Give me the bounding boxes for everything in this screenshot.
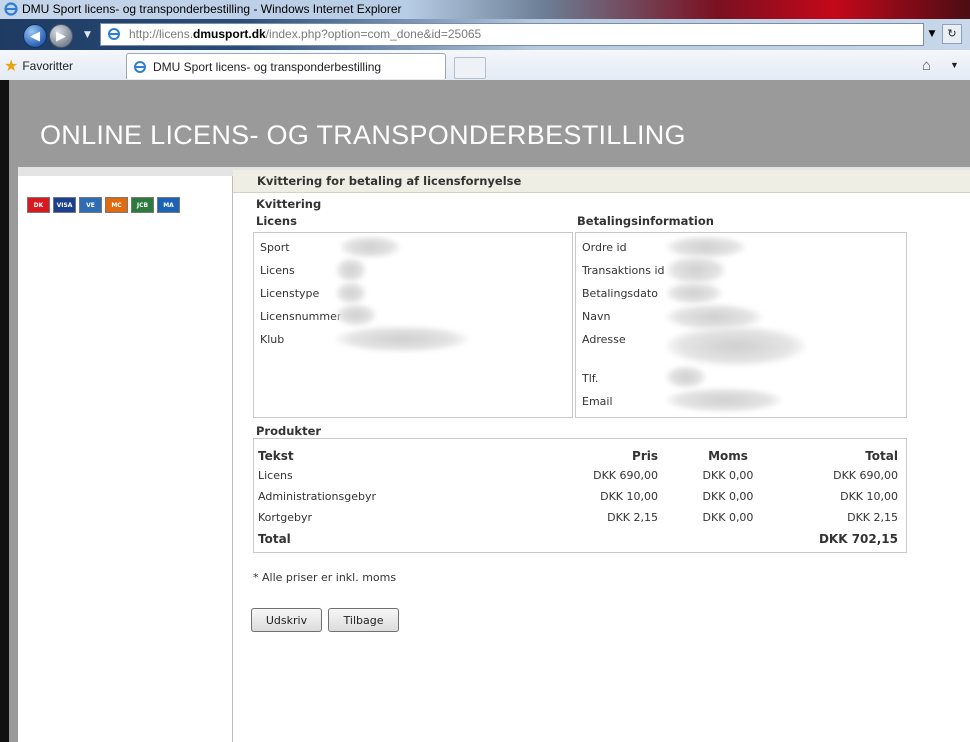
left-frame-border-inner: [9, 80, 18, 742]
cell-total: DKK 10,00: [840, 490, 898, 503]
licens-field-klub: Klub: [260, 333, 285, 346]
betaling-field-navn: Navn: [582, 310, 611, 323]
browser-tab[interactable]: DMU Sport licens- og transponderbestilli…: [126, 53, 446, 79]
redacted-value: [336, 304, 376, 326]
history-dropdown-icon[interactable]: ▼: [84, 30, 91, 40]
betaling-field-betalingsdato: Betalingsdato: [582, 287, 658, 300]
products-header-row: Tekst Pris Moms Total: [258, 446, 898, 465]
table-row: Licens DKK 690,00 DKK 0,00 DKK 690,00: [258, 465, 898, 486]
payment-cards: DK VISA VE MC JCB MA: [27, 197, 180, 213]
betaling-section-label: Betalingsinformation: [577, 214, 714, 228]
favorites-bar: ★ Favoritter DMU Sport licens- og transp…: [0, 50, 970, 81]
redacted-value: [666, 366, 706, 388]
back-button[interactable]: ◀: [23, 24, 47, 48]
betaling-field-ordre-id: Ordre id: [582, 241, 627, 254]
cell-moms: DKK 0,00: [702, 490, 754, 503]
kvittering-label: Kvittering: [256, 197, 322, 211]
products-table: Tekst Pris Moms Total Licens DKK 690,00 …: [258, 446, 898, 549]
redacted-value: [666, 282, 722, 304]
maestro-icon: MA: [157, 197, 180, 213]
redacted-value: [666, 388, 782, 412]
licens-section-label: Licens: [256, 214, 297, 228]
visa-electron-icon: VE: [79, 197, 102, 213]
redacted-value: [336, 258, 366, 282]
print-button[interactable]: Udskriv: [251, 608, 322, 632]
left-frame-border: [0, 80, 9, 742]
licens-field-licensnummer: Licensnummer: [260, 310, 342, 323]
licens-field-licenstype: Licenstype: [260, 287, 320, 300]
window-title: DMU Sport licens- og transponderbestilli…: [22, 2, 402, 16]
produkter-label: Produkter: [256, 424, 322, 438]
licens-field-sport: Sport: [260, 241, 290, 254]
star-icon: ★: [4, 58, 19, 75]
betaling-field-email: Email: [582, 395, 613, 408]
back-arrow-icon: ◀: [30, 28, 40, 44]
visa-icon: VISA: [53, 197, 76, 213]
favorites-label: Favoritter: [22, 59, 74, 73]
sidebar: DK VISA VE MC JCB MA: [18, 176, 233, 742]
tab-title: DMU Sport licens- og transponderbestilli…: [153, 59, 382, 74]
address-url[interactable]: http://licens.dmusport.dk/index.php?opti…: [129, 27, 481, 41]
betaling-field-tlf: Tlf.: [582, 372, 599, 385]
site-banner: ONLINE LICENS- OG TRANSPONDERBESTILLING: [18, 80, 970, 167]
betaling-field-transaktions-id: Transaktions id: [582, 264, 665, 277]
new-tab-button[interactable]: [454, 57, 486, 79]
total-label: Total: [258, 531, 291, 546]
table-row: Kortgebyr DKK 2,15 DKK 0,00 DKK 2,15: [258, 507, 898, 528]
col-header-tekst: Tekst: [258, 448, 294, 463]
cell-moms: DKK 0,00: [702, 469, 754, 482]
home-icon[interactable]: ⌂: [922, 57, 931, 74]
redacted-value: [340, 236, 400, 258]
cell-tekst: Kortgebyr: [258, 511, 312, 524]
window-titlebar: DMU Sport licens- og transponderbestilli…: [0, 0, 970, 19]
cell-total: DKK 2,15: [847, 511, 898, 524]
cell-pris: DKK 690,00: [593, 469, 658, 482]
ie-logo-icon: [4, 2, 18, 19]
forward-button[interactable]: ▶: [49, 24, 73, 48]
cell-tekst: Licens: [258, 469, 293, 482]
address-bar[interactable]: http://licens.dmusport.dk/index.php?opti…: [100, 23, 924, 46]
cell-pris: DKK 2,15: [607, 511, 658, 524]
redacted-value: [336, 326, 468, 352]
col-header-moms: Moms: [708, 448, 748, 463]
page-icon: [107, 27, 121, 44]
navigation-bar: ◀ ▶ ▼ http://licens.dmusport.dk/index.ph…: [0, 19, 970, 50]
cell-total: DKK 690,00: [833, 469, 898, 482]
licens-box: [253, 232, 573, 418]
licens-field-licens: Licens: [260, 264, 295, 277]
redacted-value: [666, 326, 806, 366]
receipt-title: Kvittering for betaling af licensfornyel…: [257, 174, 522, 188]
dankort-icon: DK: [27, 197, 50, 213]
cell-tekst: Administrationsgebyr: [258, 490, 376, 503]
redacted-value: [336, 282, 366, 304]
forward-arrow-icon: ▶: [56, 28, 66, 44]
col-header-pris: Pris: [632, 448, 658, 463]
banner-title: ONLINE LICENS- OG TRANSPONDERBESTILLING: [40, 120, 686, 150]
receipt-header: Kvittering for betaling af licensfornyel…: [233, 170, 970, 193]
redacted-value: [666, 236, 746, 258]
address-dropdown-icon[interactable]: ▼: [925, 26, 939, 42]
tab-ie-icon: [134, 60, 146, 73]
compatibility-icon[interactable]: ↻: [942, 24, 962, 44]
total-value: DKK 702,15: [818, 531, 898, 546]
redacted-value: [666, 256, 726, 284]
products-total-row: Total DKK 702,15: [258, 528, 898, 549]
col-header-total: Total: [865, 448, 898, 463]
back-button-page[interactable]: Tilbage: [328, 608, 399, 632]
betaling-field-adresse: Adresse: [582, 333, 626, 346]
favorites-button[interactable]: ★ Favoritter: [4, 56, 73, 76]
home-dropdown-icon[interactable]: ▼: [950, 60, 959, 70]
cell-pris: DKK 10,00: [600, 490, 658, 503]
cell-moms: DKK 0,00: [702, 511, 754, 524]
price-note: * Alle priser er inkl. moms: [253, 571, 397, 584]
table-row: Administrationsgebyr DKK 10,00 DKK 0,00 …: [258, 486, 898, 507]
mastercard-icon: MC: [105, 197, 128, 213]
jcb-icon: JCB: [131, 197, 154, 213]
